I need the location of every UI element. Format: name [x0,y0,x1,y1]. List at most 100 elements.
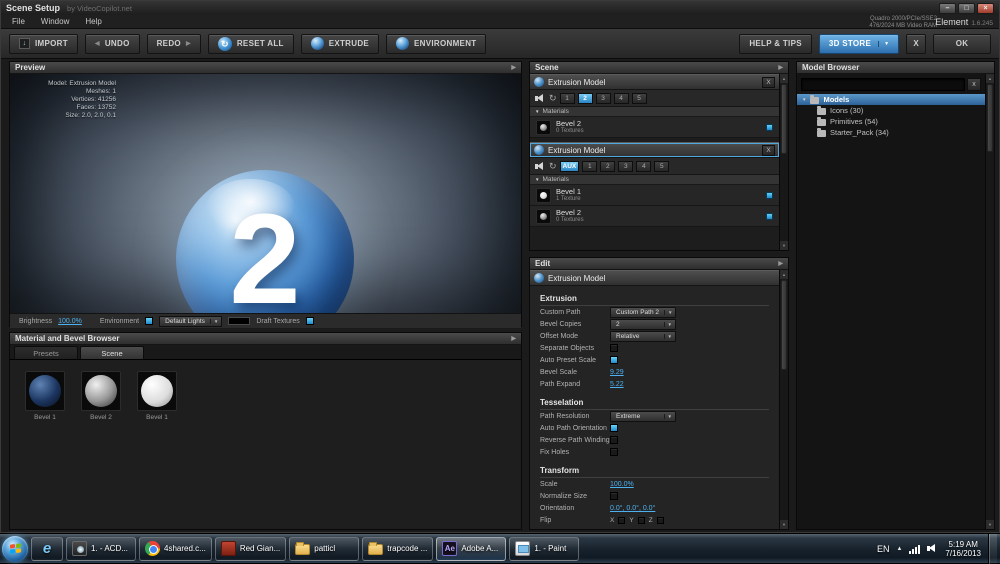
environment-button[interactable]: ENVIRONMENT [386,33,487,54]
flip-x-checkbox[interactable] [618,516,626,524]
taskbar-item-red-giant[interactable]: Red Gian... [214,536,287,561]
material-item[interactable]: Bevel 2 [79,371,123,421]
volume-icon[interactable] [927,544,938,553]
scroll-down-arrow[interactable] [986,520,994,529]
material-item[interactable]: Bevel 1 [135,371,179,421]
collapse-arrow-icon[interactable] [511,64,516,71]
tab-presets[interactable]: Presets [14,346,78,359]
fix-holes-checkbox[interactable] [610,448,618,456]
bevel-copies-dropdown[interactable]: 2 [610,318,676,330]
group-slot-button[interactable]: 5 [631,92,647,104]
clear-search-button[interactable]: x [967,78,981,91]
custom-path-dropdown[interactable]: Custom Path 2 [610,306,676,318]
scroll-up-arrow[interactable] [780,270,788,279]
group-slot-button[interactable]: 1 [559,92,575,104]
aux-slot-button[interactable]: AUX [559,160,580,172]
import-button[interactable]: IMPORT [9,33,78,54]
edit-item-header[interactable]: Extrusion Model [530,270,779,286]
material-color-chip[interactable] [766,191,773,199]
refresh-icon[interactable] [549,94,557,103]
environment-checkbox[interactable] [145,317,154,325]
reverse-path-winding-checkbox[interactable] [610,436,618,444]
scroll-up-arrow[interactable] [780,74,788,83]
tree-item-primitives[interactable]: Primitives (54) [797,116,985,127]
scene-scrollbar[interactable] [779,74,788,250]
background-color-swatch[interactable] [228,317,251,325]
edit-scrollbar[interactable] [779,270,788,529]
menu-window[interactable]: Window [34,16,76,27]
auto-path-orientation-checkbox[interactable] [610,424,618,432]
model-search-input[interactable] [801,78,965,91]
scroll-down-arrow[interactable] [780,241,788,250]
reset-all-button[interactable]: RESET ALL [207,33,294,54]
remove-item-button[interactable]: X [762,144,775,156]
maximize-button[interactable]: □ [958,2,975,14]
speaker-icon[interactable] [535,93,546,103]
menu-help[interactable]: Help [78,16,108,27]
path-resolution-dropdown[interactable]: Extreme [610,410,676,422]
network-icon[interactable] [909,544,921,554]
group-slot-button[interactable]: 3 [618,160,634,172]
cancel-button[interactable]: X [906,33,926,54]
taskbar-item-after-effects[interactable]: Adobe A... [436,536,507,561]
material-item[interactable]: Bevel 1 [23,371,67,421]
tree-item-models[interactable]: Models [797,94,985,105]
flip-z-checkbox[interactable] [656,516,664,524]
scroll-thumb[interactable] [781,84,787,154]
tree-item-starter-pack[interactable]: Starter_Pack (34) [797,127,985,138]
model-browser-scrollbar[interactable] [985,74,994,529]
bevel-scale-value[interactable]: 9.29 [610,369,624,376]
minimize-button[interactable]: – [939,2,956,14]
group-slot-button[interactable]: 5 [654,160,670,172]
orientation-value[interactable]: 0.0°, 0.0°, 0.0° [610,505,655,512]
redo-button[interactable]: REDO [146,33,201,54]
taskbar-item-patticl[interactable]: patticl [289,536,360,561]
ok-button[interactable]: OK [933,33,991,54]
close-window-button[interactable]: × [977,2,994,14]
materials-section-header[interactable]: Materials [530,107,779,117]
show-hidden-icons-arrow[interactable] [896,546,902,552]
material-row[interactable]: Bevel 2 0 Textures [530,117,779,138]
show-desktop-button[interactable] [988,533,997,564]
collapse-arrow-icon[interactable] [511,335,516,342]
material-row[interactable]: Bevel 2 0 Textures [530,206,779,227]
group-slot-button[interactable]: 3 [595,92,611,104]
auto-preset-scale-checkbox[interactable] [610,356,618,364]
material-thumbnail[interactable] [137,371,177,411]
collapse-arrow-icon[interactable] [778,260,783,267]
help-tips-button[interactable]: HELP & TIPS [739,33,812,54]
start-button[interactable] [2,535,28,562]
path-expand-value[interactable]: 5.22 [610,381,624,388]
materials-section-header[interactable]: Materials [530,175,779,185]
group-slot-button[interactable]: 2 [600,160,616,172]
taskbar-item-trapcode[interactable]: trapcode ... [362,536,434,561]
separate-objects-checkbox[interactable] [610,344,618,352]
3d-store-button[interactable]: 3D STORE [818,33,900,54]
language-indicator[interactable]: EN [877,544,890,554]
taskbar-internet-explorer[interactable] [31,536,63,561]
scroll-down-arrow[interactable] [780,520,788,529]
flip-y-checkbox[interactable] [637,516,645,524]
group-slot-button[interactable]: 2 [577,92,593,104]
collapse-arrow-icon[interactable] [778,64,783,71]
taskbar-item-acdsee[interactable]: 1. - ACD... [66,536,136,561]
material-thumbnail[interactable] [81,371,121,411]
lights-dropdown[interactable]: Default Lights [159,315,223,327]
scroll-up-arrow[interactable] [986,74,994,83]
group-slot-button[interactable]: 1 [582,160,598,172]
offset-mode-dropdown[interactable]: Relative [610,330,676,342]
group-slot-button[interactable]: 4 [636,160,652,172]
scroll-thumb[interactable] [781,280,787,370]
tab-scene[interactable]: Scene [80,346,144,359]
remove-item-button[interactable]: X [762,76,775,88]
scene-item-header[interactable]: Extrusion Model X [530,74,779,90]
clock[interactable]: 5:19 AM 7/16/2013 [945,540,981,558]
extrude-button[interactable]: EXTRUDE [300,33,380,54]
group-slot-button[interactable]: 4 [613,92,629,104]
taskbar-item-paint[interactable]: 1. - Paint [509,536,580,561]
menu-file[interactable]: File [5,16,32,27]
material-color-chip[interactable] [766,212,773,220]
scene-item-header-selected[interactable]: Extrusion Model X [530,142,779,158]
preview-viewport[interactable]: Model: Extrusion Model Meshes: 1 Vertice… [10,74,521,313]
normalize-size-checkbox[interactable] [610,492,618,500]
